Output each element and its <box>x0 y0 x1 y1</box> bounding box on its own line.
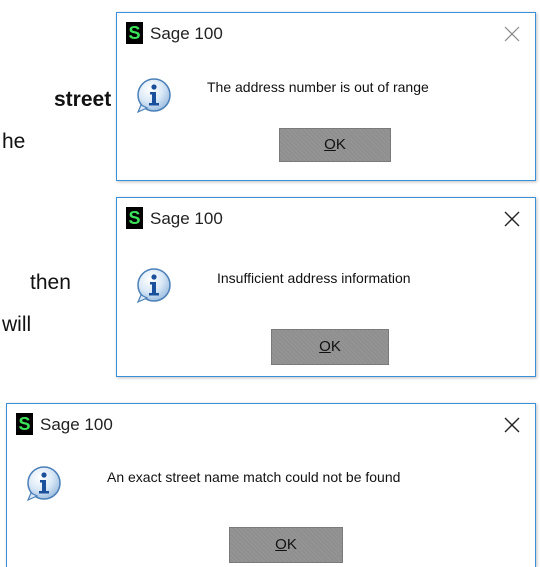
ok-label: K <box>335 136 346 153</box>
info-icon <box>26 466 61 502</box>
ok-mnemonic: O <box>275 536 287 553</box>
background-text-will: will <box>2 313 32 336</box>
ok-mnemonic: O <box>324 136 336 153</box>
dialog-message: Insufficient address information <box>217 270 411 286</box>
close-icon <box>504 417 520 433</box>
dialog-title: Sage 100 <box>150 24 223 43</box>
sage-logo-icon: S <box>126 207 143 229</box>
sage-logo-icon: S <box>126 22 143 44</box>
close-icon <box>504 211 520 227</box>
ok-button[interactable]: OK <box>229 527 343 563</box>
dialog-titlebar[interactable]: S Sage 100 <box>117 13 535 57</box>
ok-label: K <box>286 536 297 553</box>
background-text-then: then <box>30 271 71 294</box>
ok-button[interactable]: OK <box>271 329 389 365</box>
ok-mnemonic: O <box>319 338 331 355</box>
message-dialog-street-match: S Sage 100 An exact street name match co… <box>6 403 536 567</box>
ok-button[interactable]: OK <box>279 128 391 162</box>
close-button[interactable] <box>493 408 531 442</box>
close-button[interactable] <box>493 17 531 51</box>
close-icon <box>504 26 520 42</box>
background-text-he: he <box>2 130 26 153</box>
ok-label: K <box>330 338 341 355</box>
dialog-titlebar[interactable]: S Sage 100 <box>7 404 535 448</box>
dialog-message: An exact street name match could not be … <box>107 469 401 485</box>
message-dialog-insufficient-info: S Sage 100 Insufficient address informat… <box>116 197 536 377</box>
sage-logo-icon: S <box>16 413 33 435</box>
info-icon <box>136 78 171 114</box>
close-button[interactable] <box>493 202 531 236</box>
dialog-message: The address number is out of range <box>207 79 429 95</box>
message-dialog-address-range: S Sage 100 The address number is out of … <box>116 12 536 181</box>
background-text-street: street <box>54 88 112 111</box>
dialog-titlebar[interactable]: S Sage 100 <box>117 198 535 242</box>
dialog-title: Sage 100 <box>40 415 113 434</box>
info-icon <box>136 268 171 304</box>
dialog-title: Sage 100 <box>150 209 223 228</box>
